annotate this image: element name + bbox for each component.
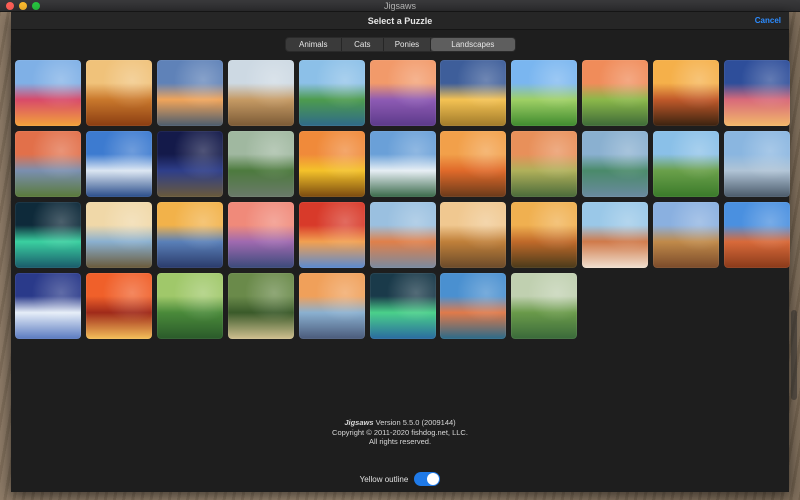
puzzle-thumbnail[interactable] bbox=[511, 131, 578, 197]
app-name: Jigsaws bbox=[344, 418, 374, 427]
puzzle-thumbnail[interactable] bbox=[156, 202, 223, 268]
puzzle-thumbnail[interactable] bbox=[369, 202, 436, 268]
puzzle-thumbnail[interactable] bbox=[15, 60, 81, 126]
yellow-outline-label: Yellow outline bbox=[359, 474, 409, 484]
puzzle-thumbnail[interactable] bbox=[298, 273, 365, 339]
about-info: Jigsaws Version 5.5.0 (2009144) Copyrigh… bbox=[11, 418, 789, 447]
puzzle-thumbnail[interactable] bbox=[369, 60, 436, 126]
puzzle-thumbnail[interactable] bbox=[15, 202, 81, 268]
tab-ponies[interactable]: Ponies bbox=[384, 38, 431, 51]
puzzle-thumbnail[interactable] bbox=[15, 273, 81, 339]
puzzle-thumbnail[interactable] bbox=[227, 202, 294, 268]
version-text: Version 5.5.0 (2009144) bbox=[375, 418, 456, 427]
puzzle-picker-sheet: Select a Puzzle Cancel Animals Cats Poni… bbox=[11, 12, 790, 492]
puzzle-thumbnail[interactable] bbox=[369, 273, 436, 339]
toggle-knob bbox=[427, 473, 440, 485]
puzzle-thumbnail[interactable] bbox=[227, 60, 294, 126]
window-title: Jigsaws bbox=[383, 1, 416, 11]
puzzle-thumbnail[interactable] bbox=[724, 60, 790, 126]
puzzle-thumbnail[interactable] bbox=[724, 202, 790, 268]
rights-text: All rights reserved. bbox=[368, 437, 432, 446]
sheet-header: Select a Puzzle Cancel bbox=[11, 12, 789, 30]
puzzle-thumbnail[interactable] bbox=[156, 131, 223, 197]
puzzle-thumbnail[interactable] bbox=[440, 202, 507, 268]
puzzle-thumbnail[interactable] bbox=[298, 131, 365, 197]
puzzle-thumbnail[interactable] bbox=[582, 60, 649, 126]
sheet-title: Select a Puzzle bbox=[367, 16, 433, 26]
puzzle-thumbnail[interactable] bbox=[582, 202, 649, 268]
cancel-button[interactable]: Cancel bbox=[755, 15, 781, 27]
puzzle-thumbnail[interactable] bbox=[653, 131, 720, 197]
puzzle-thumbnail[interactable] bbox=[156, 60, 223, 126]
puzzle-thumbnail[interactable] bbox=[511, 202, 578, 268]
puzzle-thumbnail[interactable] bbox=[298, 202, 365, 268]
tab-animals[interactable]: Animals bbox=[286, 38, 342, 51]
puzzle-thumbnail[interactable] bbox=[440, 131, 507, 197]
window-titlebar: Jigsaws bbox=[0, 0, 800, 12]
tab-cats[interactable]: Cats bbox=[342, 38, 385, 51]
puzzle-thumbnail[interactable] bbox=[582, 131, 649, 197]
yellow-outline-setting: Yellow outline bbox=[11, 470, 789, 488]
puzzle-thumbnail[interactable] bbox=[440, 60, 507, 126]
puzzle-thumbnail[interactable] bbox=[85, 60, 152, 126]
category-segmented-control: Animals Cats Ponies Landscapes bbox=[285, 37, 516, 52]
puzzle-thumbnail[interactable] bbox=[85, 273, 152, 339]
puzzle-thumbnail[interactable] bbox=[227, 273, 294, 339]
puzzle-thumbnail[interactable] bbox=[653, 60, 720, 126]
puzzle-thumbnail[interactable] bbox=[724, 131, 790, 197]
puzzle-thumbnail[interactable] bbox=[440, 273, 507, 339]
puzzle-thumbnail[interactable] bbox=[511, 273, 578, 339]
copyright-text: Copyright © 2011-2020 fishdog.net, LLC. bbox=[332, 427, 468, 437]
puzzle-thumbnail[interactable] bbox=[369, 131, 436, 197]
puzzle-thumbnail[interactable] bbox=[653, 202, 720, 268]
puzzle-thumbnail[interactable] bbox=[15, 131, 81, 197]
puzzle-thumbnail[interactable] bbox=[85, 131, 152, 197]
puzzle-thumbnail[interactable] bbox=[298, 60, 365, 126]
side-scroll-handle[interactable] bbox=[791, 310, 797, 400]
puzzle-thumbnail[interactable] bbox=[156, 273, 223, 339]
puzzle-thumbnail[interactable] bbox=[511, 60, 578, 126]
tab-landscapes[interactable]: Landscapes bbox=[430, 38, 515, 51]
yellow-outline-toggle[interactable] bbox=[414, 472, 441, 486]
puzzle-thumbnail[interactable] bbox=[227, 131, 294, 197]
puzzle-thumbnail[interactable] bbox=[85, 202, 152, 268]
